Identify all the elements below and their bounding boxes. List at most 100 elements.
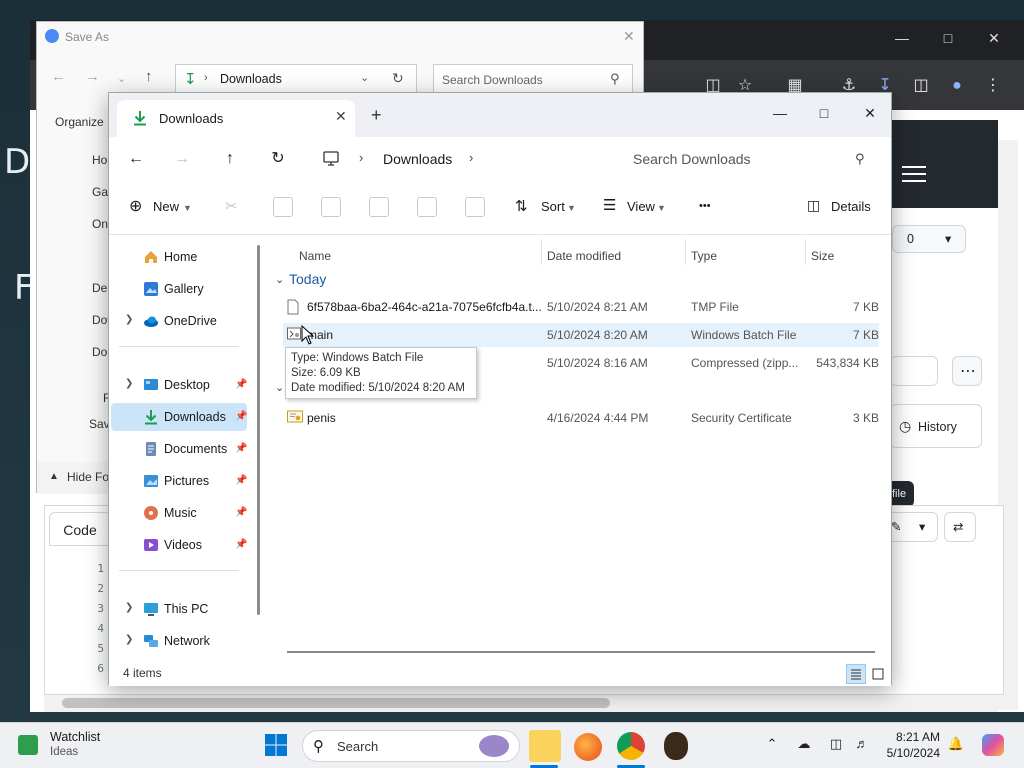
- column-header-size[interactable]: Size: [811, 249, 834, 263]
- chrome-app-icon[interactable]: [617, 732, 645, 760]
- taskbar-search[interactable]: ⚲ Search: [302, 730, 520, 762]
- taskbar-clock[interactable]: 8:21 AM 5/10/2024: [872, 729, 940, 761]
- sort-button[interactable]: Sort: [541, 199, 565, 214]
- app-icon[interactable]: [664, 732, 688, 760]
- close-window-button[interactable]: ✕: [855, 99, 885, 127]
- tab-downloads[interactable]: Downloads ✕: [117, 100, 355, 137]
- column-header-type[interactable]: Type: [691, 249, 717, 263]
- hamburger-menu-icon[interactable]: [902, 166, 926, 182]
- column-divider[interactable]: [541, 239, 542, 265]
- rename-icon[interactable]: [369, 197, 389, 217]
- sidebar-item-desktop[interactable]: ❯ Desktop 📌: [111, 371, 247, 399]
- tiles-view-button[interactable]: [868, 664, 888, 684]
- monitor-icon[interactable]: ◫: [826, 736, 846, 756]
- chevron-right-icon[interactable]: ❯: [125, 602, 133, 613]
- group-header-today[interactable]: Today: [289, 271, 326, 287]
- column-divider[interactable]: [805, 239, 806, 265]
- cut-icon[interactable]: ✂: [225, 197, 238, 215]
- sidebar-item-downloads[interactable]: Downloads 📌: [111, 403, 247, 431]
- column-header-name[interactable]: Name: [299, 249, 331, 263]
- sound-icon[interactable]: ♬: [852, 736, 872, 756]
- more-options-button[interactable]: ⋯: [952, 356, 982, 386]
- close-tab-icon[interactable]: ✕: [335, 108, 347, 125]
- sidebar-item-gallery[interactable]: Gallery: [111, 275, 247, 303]
- back-button[interactable]: ←: [123, 147, 149, 171]
- web-input[interactable]: [890, 356, 938, 386]
- notification-bell-icon[interactable]: 🔔: [946, 736, 966, 756]
- chevron-down-icon[interactable]: ⌄: [117, 72, 126, 85]
- browser-maximize-button[interactable]: □: [938, 30, 958, 50]
- browser-scrollbar-thumb[interactable]: [62, 698, 610, 708]
- refresh-icon[interactable]: ↻: [392, 70, 404, 87]
- copilot-icon[interactable]: [982, 734, 1004, 756]
- new-tab-button[interactable]: +: [371, 105, 382, 126]
- file-explorer-app-icon[interactable]: [529, 730, 561, 762]
- copy-icon[interactable]: [273, 197, 293, 217]
- sidebar-item-videos[interactable]: Videos 📌: [111, 531, 247, 559]
- profile-avatar-icon[interactable]: ●: [946, 75, 968, 97]
- column-divider[interactable]: [685, 239, 686, 265]
- collapse-group-icon[interactable]: ⌄: [275, 273, 284, 286]
- hide-folders-button[interactable]: Hide Fo: [67, 470, 109, 484]
- counter-widget[interactable]: 0 ▾: [892, 225, 966, 253]
- details-button[interactable]: Details: [831, 199, 871, 214]
- table-row[interactable]: penis 4/16/2024 4:44 PM Security Certifi…: [283, 406, 879, 430]
- paste-icon[interactable]: [321, 197, 341, 217]
- more-options-button[interactable]: •••: [699, 200, 711, 212]
- table-row[interactable]: main 5/10/2024 8:20 AM Windows Batch Fil…: [283, 323, 879, 347]
- browser-close-button[interactable]: ✕: [984, 30, 1004, 50]
- sidebar-item-documents[interactable]: Documents 📌: [111, 435, 247, 463]
- new-button[interactable]: New: [153, 199, 179, 214]
- search-input[interactable]: Search Downloads ⚲: [619, 143, 883, 175]
- widget-title[interactable]: Watchlist: [50, 730, 100, 744]
- organize-button[interactable]: Organize: [55, 115, 104, 129]
- chevron-right-icon[interactable]: ❯: [125, 314, 133, 325]
- navigation-scrollbar[interactable]: [257, 245, 260, 615]
- code-view-button[interactable]: ⇄: [944, 512, 976, 542]
- up-arrow-icon[interactable]: ↑: [145, 68, 153, 85]
- sidebar-item-this-pc[interactable]: ❯ This PC: [111, 595, 247, 623]
- save-as-close-button[interactable]: ✕: [623, 28, 635, 45]
- firefox-app-icon[interactable]: [574, 733, 602, 761]
- chevron-up-icon[interactable]: ▲: [49, 471, 59, 482]
- side-panel-icon[interactable]: ◫: [910, 75, 932, 97]
- save-as-sidebar-onedrive[interactable]: On: [92, 217, 108, 231]
- sidebar-item-music[interactable]: Music 📌: [111, 499, 247, 527]
- share-icon[interactable]: [417, 197, 437, 217]
- browser-menu-icon[interactable]: ⋮: [982, 75, 1004, 97]
- network-disconnected-icon[interactable]: ☁: [794, 736, 814, 756]
- history-button[interactable]: ◷ History: [890, 404, 982, 448]
- sidebar-item-pictures[interactable]: Pictures 📌: [111, 467, 247, 495]
- delete-icon[interactable]: [465, 197, 485, 217]
- sidebar-item-home[interactable]: Home: [111, 243, 247, 271]
- sidebar-item-network[interactable]: ❯ Network: [111, 627, 247, 655]
- chevron-right-icon[interactable]: ❯: [125, 378, 133, 389]
- save-as-address-bar[interactable]: ↧ › Downloads ⌄ ↻: [175, 64, 417, 94]
- back-arrow-icon[interactable]: ←: [51, 68, 66, 85]
- save-as-sidebar-home[interactable]: Ho: [92, 153, 107, 167]
- forward-arrow-icon[interactable]: →: [85, 68, 100, 85]
- minimize-button[interactable]: —: [765, 99, 795, 127]
- collapse-group-icon[interactable]: ⌄: [275, 381, 284, 394]
- clock-date: 5/10/2024: [886, 746, 940, 760]
- maximize-button[interactable]: □: [809, 99, 839, 127]
- browser-minimize-button[interactable]: —: [892, 30, 912, 50]
- sidebar-item-onedrive[interactable]: ❯ OneDrive: [111, 307, 247, 335]
- up-button[interactable]: ↑: [217, 147, 243, 171]
- windows-start-icon[interactable]: [264, 733, 288, 760]
- details-view-button[interactable]: [846, 664, 866, 684]
- address-bar[interactable]: › Downloads ›: [315, 143, 609, 175]
- stock-chart-icon[interactable]: [18, 735, 38, 755]
- table-row[interactable]: 6f578baa-6ba2-464c-a21a-7075e6fcfb4a.t..…: [283, 295, 879, 319]
- breadcrumb-downloads[interactable]: Downloads: [383, 151, 452, 167]
- chevron-right-icon[interactable]: ❯: [125, 634, 133, 645]
- file-list-scrollbar[interactable]: [287, 651, 875, 653]
- chevron-right-icon[interactable]: ›: [469, 150, 473, 165]
- column-header-date[interactable]: Date modified: [547, 249, 621, 263]
- code-tab[interactable]: Code: [49, 512, 111, 546]
- view-button[interactable]: View: [627, 199, 655, 214]
- save-as-search-input[interactable]: Search Downloads ⚲: [433, 64, 633, 94]
- forward-button[interactable]: →: [169, 147, 195, 171]
- refresh-button[interactable]: ↻: [265, 147, 291, 171]
- chevron-up-icon[interactable]: ⌃: [762, 736, 782, 756]
